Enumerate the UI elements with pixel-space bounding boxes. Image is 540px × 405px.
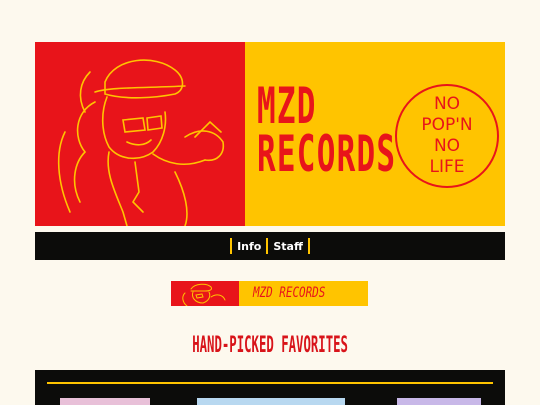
banner-title-line2: RECORDS [257,125,397,183]
favorites-gallery [35,370,505,405]
mini-mascot-icon [182,283,226,306]
mascot-illustration [35,42,245,226]
gallery-thumbnail[interactable] [397,398,481,405]
gallery-thumbnail[interactable] [197,398,345,405]
gallery-thumbnail[interactable] [60,398,150,405]
slogan-badge: NO POP'N NO LIFE [395,84,499,188]
badge-line-1: NO [433,94,461,114]
nav-link-staff[interactable]: Staff [273,240,303,253]
badge-line-4: LIFE [429,157,465,177]
section-heading: HAND-PICKED FAVORITES [0,333,540,358]
mascot-sketch-icon [57,59,225,226]
banner-title: MZD RECORDS [257,77,397,183]
main-nav: Info Staff [35,232,505,260]
mini-mascot-illustration [171,281,239,306]
header-banner: MZD RECORDS NO POP'N NO LIFE [35,42,505,226]
site-button-banner[interactable]: MZD RECORDS [171,281,368,306]
mini-banner-title: MZD RECORDS [253,285,326,301]
nav-divider [307,238,310,254]
nav-divider [230,238,233,254]
section-heading-text: HAND-PICKED FAVORITES [192,333,348,358]
gallery-divider [47,382,493,384]
badge-line-2: POP'N [421,115,473,135]
nav-divider [266,238,269,254]
badge-line-3: NO [433,136,461,156]
nav-link-info[interactable]: Info [237,240,261,253]
banner-title-line1: MZD [257,77,317,135]
